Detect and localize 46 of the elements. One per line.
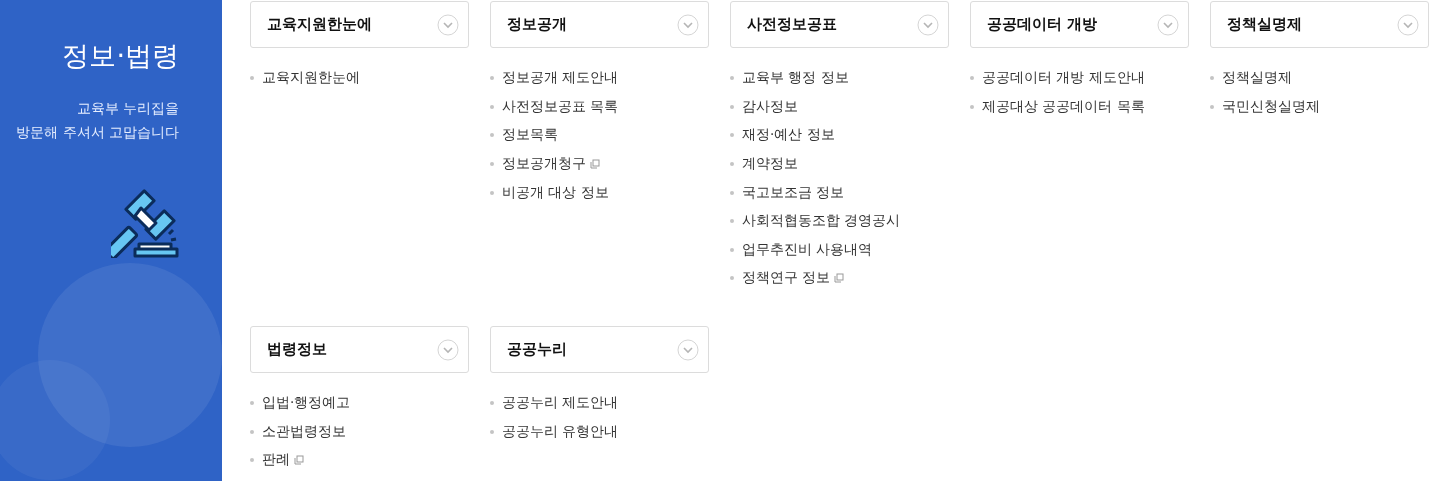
menu-link[interactable]: 공공데이터 개방 제도안내 [982, 69, 1145, 88]
chevron-icon[interactable] [437, 13, 459, 36]
menu-link[interactable]: 공공누리 유형안내 [502, 422, 619, 441]
menu-link[interactable]: 사전정보공표 목록 [502, 97, 619, 116]
menu-link[interactable]: 정책연구 정보 [742, 269, 831, 288]
menu-link[interactable]: 국고보조금 정보 [742, 183, 845, 202]
menu-link[interactable]: 감사정보 [742, 97, 798, 116]
category-header[interactable]: 사전정보공표 [730, 1, 949, 48]
section-title: 정보·법령 [62, 39, 179, 73]
menu-link[interactable]: 정보공개청구 [502, 155, 586, 174]
category-header[interactable]: 교육지원한눈에 [250, 1, 469, 48]
menu-link[interactable]: 재정·예산 정보 [742, 126, 835, 145]
menu-link[interactable]: 교육지원한눈에 [262, 69, 360, 88]
menu-link[interactable]: 정보목록 [502, 126, 558, 145]
menu-link[interactable]: 업무추진비 사용내역 [742, 240, 873, 259]
category-title: 교육지원한눈에 [267, 15, 372, 34]
category-title: 공공데이터 개방 [987, 15, 1098, 34]
chevron-icon[interactable] [917, 13, 939, 36]
menu-link[interactable]: 정책실명제 [1222, 69, 1292, 88]
menu-link[interactable]: 비공개 대상 정보 [502, 183, 609, 202]
menu-link[interactable]: 국민신청실명제 [1222, 97, 1320, 116]
category-title: 공공누리 [507, 340, 567, 359]
menu-link[interactable]: 제공대상 공공데이터 목록 [982, 97, 1145, 116]
menu-link[interactable]: 공공누리 제도안내 [502, 394, 619, 413]
menu-link[interactable]: 소관법령정보 [262, 422, 346, 441]
menu-link[interactable]: 사회적협동조합 경영공시 [742, 212, 901, 231]
category-header[interactable]: 정책실명제 [1210, 1, 1429, 48]
menu-link[interactable]: 정보공개 제도안내 [502, 69, 619, 88]
category-title: 정책실명제 [1227, 15, 1302, 34]
greeting-text: 교육부 누리집을 방문해 주셔서 고맙습니다 [16, 99, 179, 142]
chevron-icon[interactable] [1397, 13, 1419, 36]
menu-link[interactable]: 교육부 행정 정보 [742, 69, 849, 88]
category-title: 법령정보 [267, 340, 327, 359]
menu-link[interactable]: 판례 [262, 451, 290, 470]
chevron-icon[interactable] [677, 338, 699, 361]
category-title: 정보공개 [507, 15, 567, 34]
chevron-icon[interactable] [1157, 13, 1179, 36]
category-header[interactable]: 공공데이터 개방 [970, 1, 1189, 48]
chevron-icon[interactable] [677, 13, 699, 36]
category-header[interactable]: 법령정보 [250, 326, 469, 373]
category-title: 사전정보공표 [747, 15, 837, 34]
menu-link[interactable]: 계약정보 [742, 155, 798, 174]
category-header[interactable]: 공공누리 [490, 326, 709, 373]
menu-link[interactable]: 입법·행정예고 [262, 394, 351, 413]
chevron-icon[interactable] [437, 338, 459, 361]
category-header[interactable]: 정보공개 [490, 1, 709, 48]
